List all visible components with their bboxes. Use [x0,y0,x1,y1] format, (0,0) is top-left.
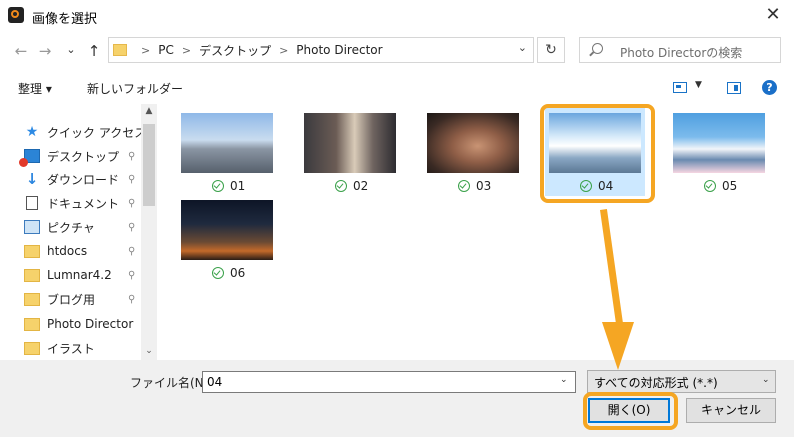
breadcrumb-pc[interactable]: PC [158,43,174,57]
folder-icon [24,317,40,331]
breadcrumb-photo-director[interactable]: Photo Director [296,43,382,57]
open-button-highlight [583,392,678,430]
annotation-arrow [600,209,624,327]
file-type-select[interactable]: すべての対応形式 (*.*) [587,370,776,393]
sync-check-icon [212,180,224,192]
pin-icon: ⚲ [128,222,136,233]
sidebar-item-label: ピクチャ [47,220,95,235]
document-icon [26,196,38,210]
desktop-icon [19,149,40,167]
scroll-down-icon[interactable]: ⌄ [141,346,157,356]
close-button[interactable]: ✕ [762,4,784,26]
refresh-button[interactable]: ↻ [537,37,565,63]
search-icon [592,43,603,54]
download-icon: ↓ [25,170,39,188]
sync-check-icon [212,267,224,279]
sidebar-item-label: ブログ用 [47,292,96,307]
chevron-right-icon: > [141,43,151,57]
sidebar-item-pictures[interactable]: ピクチャ [24,216,95,238]
pin-icon: ⚲ [128,294,136,305]
sidebar-item-label: htdocs [47,244,88,258]
chevron-down-icon[interactable]: ⌄ [762,375,770,385]
window-title: 画像を選択 [32,12,98,27]
sidebar-item-htdocs[interactable]: htdocs [24,240,87,262]
sidebar-item-downloads[interactable]: ↓ ダウンロード [24,168,119,190]
sidebar-item-lumnar[interactable]: Lumnar4.2 [24,264,112,286]
search-placeholder: Photo Directorの検索 [620,46,743,60]
sidebar-item-quick-access[interactable]: ★ クイック アクセス [24,121,147,143]
pin-icon: ⚲ [128,246,136,257]
sidebar-item-label: Lumnar4.2 [47,268,112,282]
pictures-icon [24,220,40,234]
sync-check-icon [458,180,470,192]
pin-icon: ⚲ [128,270,136,281]
app-icon [8,7,24,23]
file-name: 01 [230,179,246,193]
recent-locations-icon[interactable]: ⌄ [62,39,80,61]
file-item-05[interactable]: 05 [704,179,737,193]
sync-check-icon [335,180,347,192]
star-icon: ★ [25,124,39,140]
folder-icon [113,44,127,56]
sidebar-item-blog[interactable]: ブログ用 [24,288,95,310]
pin-icon: ⚲ [128,151,136,162]
sidebar-item-label: ドキュメント [47,196,120,211]
filename-label: ファイル名(N): [130,376,213,390]
scroll-up-icon[interactable]: ▲ [141,106,157,116]
annotation-arrow-head [602,322,634,370]
search-input[interactable]: Photo Directorの検索 [579,37,781,63]
new-folder-button[interactable]: 新しいフォルダー [87,80,183,97]
file-item-06[interactable]: 06 [212,266,245,280]
sidebar-item-photo-director[interactable]: Photo Director [24,313,133,335]
file-name: 03 [476,179,492,193]
folder-icon [24,292,40,306]
cancel-button[interactable]: キャンセル [686,398,776,423]
file-name: 02 [353,179,369,193]
file-name: 05 [722,179,738,193]
selection-highlight [540,104,655,203]
sidebar-item-documents[interactable]: ドキュメント [24,192,119,214]
thumbnail-03[interactable] [427,113,519,173]
thumbnail-02[interactable] [304,113,396,173]
pin-icon: ⚲ [128,174,136,185]
chevron-down-icon[interactable]: ⌄ [518,41,527,54]
file-item-01[interactable]: 01 [212,179,245,193]
sidebar-item-label: イラスト [47,341,95,356]
organize-menu[interactable]: 整理 ▾ [18,80,52,97]
sidebar-item-label: デスクトップ [47,149,120,164]
chevron-right-icon: > [181,43,192,57]
filename-input[interactable]: 04 [202,371,576,393]
preview-pane-icon[interactable] [727,82,741,94]
sidebar-item-label: ダウンロード [47,172,120,187]
file-name: 06 [230,266,246,280]
address-bar[interactable]: > PC > デスクトップ > Photo Director ⌄ [108,37,534,63]
folder-icon [24,268,40,282]
folder-icon [24,244,40,258]
title-bar: 画像を選択 ✕ [0,0,794,32]
up-arrow-icon[interactable]: ↑ [85,40,103,62]
breadcrumb: > PC > デスクトップ > Photo Director [133,42,383,59]
view-dropdown-icon[interactable]: ▼ [695,80,702,90]
file-item-03[interactable]: 03 [458,179,491,193]
thumbnail-06[interactable] [181,200,273,260]
sidebar-item-illust[interactable]: イラスト [24,337,95,359]
back-arrow-icon[interactable]: ← [12,40,30,62]
chevron-down-icon[interactable]: ⌄ [560,375,568,385]
view-icon[interactable] [673,82,687,93]
folder-icon [24,341,40,355]
sync-check-icon [704,180,716,192]
sidebar-item-desktop[interactable]: デスクトップ [19,145,120,167]
help-icon[interactable]: ? [762,80,777,95]
thumbnail-01[interactable] [181,113,273,173]
pin-icon: ⚲ [128,198,136,209]
forward-arrow-icon[interactable]: → [36,40,54,62]
sidebar-item-label: クイック アクセス [47,125,147,140]
file-item-02[interactable]: 02 [335,179,368,193]
chevron-right-icon: > [279,43,289,57]
thumbnail-05[interactable] [673,113,765,173]
sidebar-scroll-thumb[interactable] [143,124,155,206]
sidebar-item-label: Photo Director [47,317,134,331]
breadcrumb-desktop[interactable]: デスクトップ [199,42,271,59]
